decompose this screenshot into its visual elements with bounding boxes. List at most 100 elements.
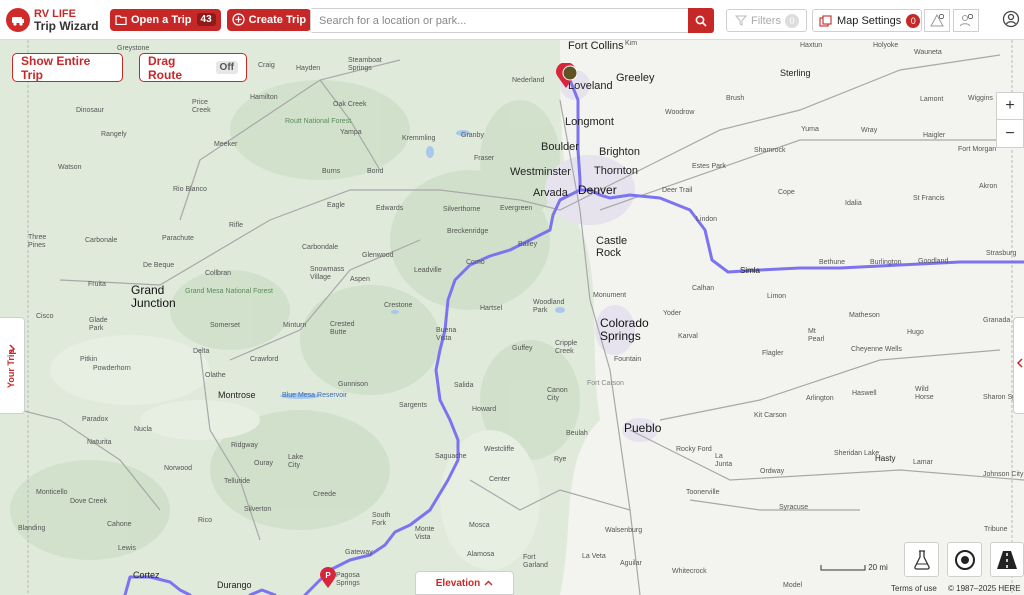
map-canvas[interactable]: Routt National Forest Grand Mesa Nationa…	[0, 40, 1024, 595]
drag-route-toggle[interactable]: Drag Route Off	[139, 53, 247, 82]
town-label: Cahone	[107, 521, 132, 528]
town-label: Cripple Creek	[555, 340, 578, 355]
town-label: Saguache	[435, 453, 467, 460]
town-label: Olathe	[205, 372, 226, 379]
rv-life-logo-icon	[6, 7, 30, 32]
town-label: La Veta	[582, 553, 606, 560]
elevation-label: Elevation	[435, 577, 481, 589]
terms-link[interactable]: Terms of use	[891, 584, 937, 593]
town-label: Hamilton	[250, 94, 278, 101]
town-label: Price Creek	[192, 99, 211, 114]
town-label: Kremmling	[402, 135, 436, 142]
town-label: Como	[466, 259, 485, 266]
copyright-text: © 1987–2025 HERE	[948, 584, 1021, 593]
town-label: Sterling	[780, 68, 811, 78]
town-label: Fruita	[88, 281, 106, 288]
town-label: Sheridan Lake	[834, 450, 880, 457]
town-label: Tribune	[984, 526, 1008, 533]
city-greeley: Greeley	[616, 72, 655, 84]
zoom-out-button[interactable]: −	[997, 120, 1023, 147]
town-label: Paradox	[82, 416, 109, 423]
town-label: Bond	[367, 168, 384, 175]
town-label: La Junta	[715, 453, 733, 468]
road-view-button[interactable]	[990, 542, 1024, 577]
search-input[interactable]	[311, 9, 681, 32]
town-label: Syracuse	[779, 504, 809, 511]
your-trip-panel-tab[interactable]: Your Trip	[0, 317, 25, 414]
town-label: Pitkin	[80, 356, 98, 363]
brand-product: Trip Wizard	[34, 18, 99, 33]
town-label: Haswell	[852, 390, 877, 397]
filters-label: Filters	[751, 14, 781, 27]
town-label: Somerset	[210, 322, 240, 329]
town-label: Westcliffe	[484, 446, 515, 453]
town-label: Flagler	[762, 350, 784, 357]
town-label: Eagle	[327, 202, 345, 209]
town-label: Nucla	[134, 426, 152, 433]
town-label: Bailey	[518, 241, 538, 248]
layers-icon	[819, 14, 832, 27]
target-location-icon	[954, 549, 975, 570]
account-button[interactable]	[1002, 10, 1020, 33]
town-label: Walsenburg	[605, 527, 643, 534]
city-thornton: Thornton	[594, 165, 639, 177]
routt-national-forest-label: Routt National Forest	[285, 118, 352, 125]
town-label: Holyoke	[873, 42, 899, 49]
right-panel-tab[interactable]	[1013, 317, 1024, 414]
town-label: Johnson City	[983, 471, 1024, 478]
town-label: St Francis	[913, 195, 945, 202]
create-trip-button[interactable]: Create Trip	[226, 8, 312, 31]
fort-carson-label: Fort Carson	[587, 380, 624, 387]
hide-hazards-button[interactable]	[924, 9, 950, 32]
locate-me-button[interactable]	[947, 542, 982, 577]
lab-tools-button[interactable]	[904, 542, 939, 577]
town-label: Fort Morgan	[958, 146, 997, 153]
hide-people-button[interactable]	[953, 9, 979, 32]
town-label: Dove Creek	[70, 498, 107, 505]
city-grand-junction: Grand Junction	[131, 283, 176, 310]
search-button[interactable]	[688, 8, 714, 33]
town-label: Granada	[983, 317, 1011, 324]
town-label: Powderhorn	[93, 365, 131, 372]
town-label: Fountain	[614, 356, 642, 363]
town-label: Norwood	[164, 465, 193, 472]
town-label: Wild Horse	[915, 386, 934, 401]
town-label: Glenwood	[362, 252, 394, 259]
town-label: Breckenridge	[447, 228, 489, 235]
plus-circle-icon	[232, 13, 245, 26]
town-label: Ordway	[760, 468, 785, 475]
show-entire-trip-button[interactable]: Show Entire Trip	[12, 53, 123, 82]
drag-route-state: Off	[215, 61, 238, 74]
town-label: Watson	[58, 164, 82, 171]
town-label: Guffey	[512, 345, 533, 352]
town-label: Rocky Ford	[676, 446, 712, 453]
search-bar	[310, 8, 714, 33]
town-label: Gateway	[345, 549, 373, 556]
filter-funnel-icon	[735, 15, 747, 26]
town-label: Evergreen	[500, 205, 533, 212]
your-trip-label: Your Trip	[6, 349, 16, 388]
town-label: Yoder	[663, 310, 682, 317]
map-settings-button[interactable]: Map Settings 0	[812, 9, 922, 32]
town-label: Collbran	[205, 270, 232, 277]
elevation-toggle[interactable]: Elevation	[415, 571, 514, 595]
town-label: Nederland	[512, 77, 545, 84]
town-label: Aspen	[350, 276, 370, 283]
filters-button[interactable]: Filters 0	[726, 9, 807, 32]
town-label: Cisco	[36, 313, 54, 320]
town-label: Kim	[625, 40, 638, 47]
folder-icon	[115, 14, 127, 25]
brand[interactable]: RV LIFE Trip Wizard	[6, 7, 110, 33]
town-label: Buena Vista	[436, 327, 457, 342]
drag-route-label: Drag Route	[148, 53, 182, 82]
open-trip-button[interactable]: Open a Trip 43	[110, 8, 221, 31]
map-settings-count: 0	[906, 13, 921, 28]
town-label: Wray	[861, 127, 878, 134]
flask-icon	[913, 549, 930, 570]
zoom-in-button[interactable]: +	[997, 93, 1023, 120]
chevron-up-icon	[484, 580, 493, 586]
town-label: Creede	[313, 491, 336, 498]
town-label: Whitecrock	[672, 568, 707, 575]
town-label: Rio Blanco	[173, 186, 207, 193]
town-label: Greystone	[117, 45, 150, 52]
